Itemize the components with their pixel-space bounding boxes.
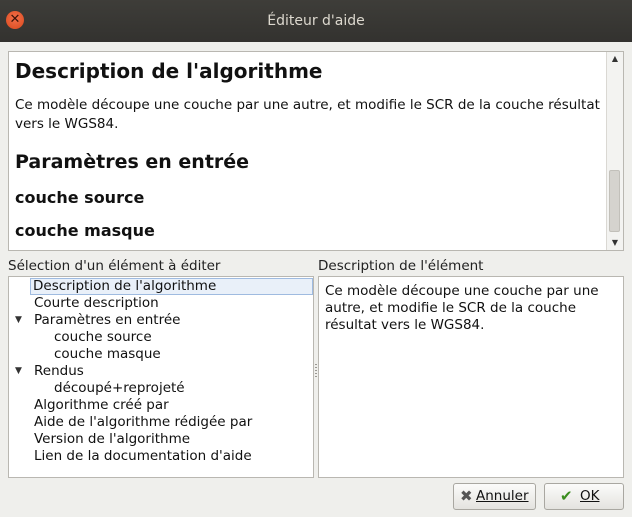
tree-item-label: Algorithme créé par	[34, 397, 169, 413]
tree-item-label: découpé+reprojeté	[54, 380, 185, 396]
element-tree[interactable]: Description de l'algorithme Courte descri…	[8, 276, 314, 478]
scroll-up-icon[interactable]: ▲	[607, 53, 623, 65]
window-title: Éditeur d'aide	[267, 13, 365, 29]
description-label: Description de l'élément	[318, 258, 484, 274]
tree-item-label: couche source	[54, 329, 152, 345]
tree-item-label: Description de l'algorithme	[33, 278, 217, 294]
preview-param-source: couche source	[15, 188, 145, 207]
preview-heading-description: Description de l'algorithme	[15, 59, 323, 83]
help-preview: Description de l'algorithme Ce modèle dé…	[8, 51, 624, 251]
element-description-text[interactable]: Ce modèle découpe une couche par une aut…	[325, 283, 615, 334]
tree-item-label: Rendus	[34, 363, 84, 379]
preview-heading-params: Paramètres en entrée	[15, 151, 250, 173]
scroll-thumb[interactable]	[609, 170, 620, 232]
preview-description-text: Ce modèle découpe une couche par une aut…	[15, 97, 600, 132]
tree-item-label: Paramètres en entrée	[34, 312, 181, 328]
ok-label: OK	[580, 488, 600, 504]
scroll-down-icon[interactable]: ▼	[607, 237, 623, 249]
preview-param-mask: couche masque	[15, 221, 155, 240]
tree-item-label: Lien de la documentation d'aide	[34, 448, 252, 464]
tree-item-label: Version de l'algorithme	[34, 431, 191, 447]
expand-arrow-icon[interactable]: ▼	[15, 312, 22, 329]
expand-arrow-icon[interactable]: ▼	[15, 363, 22, 380]
cancel-icon: ✖	[460, 487, 473, 505]
tree-item-label: couche masque	[54, 346, 161, 362]
tree-item-label: Aide de l'algorithme rédigée par	[34, 414, 253, 430]
tree-item[interactable]: Description de l'algorithme	[30, 278, 313, 295]
check-icon: ✔	[560, 487, 573, 505]
splitter-handle[interactable]	[315, 364, 317, 378]
tree-item-label: Courte description	[34, 295, 159, 311]
title-bar: ✕ Éditeur d'aide	[0, 0, 632, 42]
tree-label: Sélection d'un élément à éditer	[8, 258, 221, 274]
element-description-editor[interactable]: Ce modèle découpe une couche par une aut…	[318, 276, 624, 478]
preview-scrollbar[interactable]: ▲ ▼	[606, 52, 623, 250]
ok-button[interactable]: ✔ OK	[544, 483, 624, 510]
cancel-button[interactable]: ✖ Annuler	[453, 483, 536, 510]
cancel-label: Annuler	[476, 488, 529, 504]
